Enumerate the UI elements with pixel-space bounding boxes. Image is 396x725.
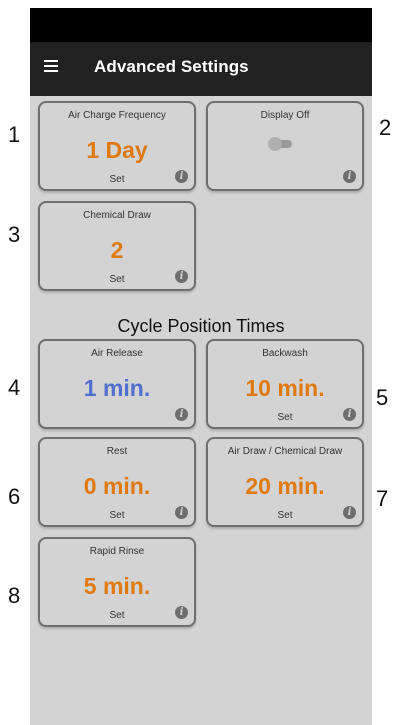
callout-number-7: 7 xyxy=(376,486,389,511)
page-title: Advanced Settings xyxy=(94,57,249,76)
info-icon[interactable]: i xyxy=(343,170,356,183)
info-icon[interactable]: i xyxy=(343,408,356,421)
card-value: 0 min. xyxy=(83,473,151,499)
hamburger-menu-icon[interactable] xyxy=(44,60,62,76)
card-label: Rest xyxy=(106,446,128,457)
info-icon[interactable]: i xyxy=(175,408,188,421)
card-label: Chemical Draw xyxy=(83,210,151,221)
set-label[interactable]: Set xyxy=(40,174,194,185)
card-value: 20 min. xyxy=(245,473,325,499)
display-off-card: Display Off i xyxy=(206,101,364,191)
set-label[interactable]: Set xyxy=(208,412,362,423)
card-label: Air Draw / Chemical Draw xyxy=(227,446,343,457)
card-value: 5 min. xyxy=(83,573,151,599)
rapid-rinse-card[interactable]: Rapid Rinse 5 min. Set i xyxy=(38,537,196,627)
callout-number-4: 4 xyxy=(8,375,21,400)
info-icon[interactable]: i xyxy=(175,606,188,619)
callout-number-1: 1 xyxy=(8,122,21,147)
callout-number-8: 8 xyxy=(8,583,21,608)
air-charge-frequency-card[interactable]: Air Charge Frequency 1 Day Set i xyxy=(38,101,196,191)
set-label[interactable]: Set xyxy=(40,510,194,521)
display-off-toggle[interactable] xyxy=(268,137,294,151)
toggle-knob xyxy=(268,137,282,151)
air-release-card[interactable]: Air Release 1 min. i xyxy=(38,339,196,429)
card-label: Rapid Rinse xyxy=(89,546,145,557)
section-title: Cycle Position Times xyxy=(117,316,285,336)
rest-card[interactable]: Rest 0 min. Set i xyxy=(38,437,196,527)
card-value: 10 min. xyxy=(245,375,325,401)
callout-number-3: 3 xyxy=(8,222,21,247)
set-label[interactable]: Set xyxy=(40,274,194,285)
callout-number-6: 6 xyxy=(8,484,21,509)
info-icon[interactable]: i xyxy=(175,270,188,283)
info-icon[interactable]: i xyxy=(343,506,356,519)
info-icon[interactable]: i xyxy=(175,170,188,183)
set-label[interactable]: Set xyxy=(40,610,194,621)
card-value: 2 xyxy=(110,237,124,263)
callout-number-2: 2 xyxy=(379,115,392,140)
info-icon[interactable]: i xyxy=(175,506,188,519)
card-label: Air Release xyxy=(91,348,143,359)
set-label[interactable]: Set xyxy=(208,510,362,521)
air-draw-chemical-draw-card[interactable]: Air Draw / Chemical Draw 20 min. Set i xyxy=(206,437,364,527)
card-label: Display Off xyxy=(260,110,310,121)
app-bar: Advanced Settings xyxy=(30,42,372,96)
phone-screen: Advanced Settings Air Charge Frequency 1… xyxy=(30,8,372,725)
card-label: Backwash xyxy=(262,348,308,359)
card-label: Air Charge Frequency xyxy=(68,110,166,121)
chemical-draw-card[interactable]: Chemical Draw 2 Set i xyxy=(38,201,196,291)
backwash-card[interactable]: Backwash 10 min. Set i xyxy=(206,339,364,429)
card-value: 1 min. xyxy=(83,375,151,401)
status-bar xyxy=(30,8,372,42)
card-value: 1 Day xyxy=(86,137,148,163)
callout-number-5: 5 xyxy=(376,385,389,410)
